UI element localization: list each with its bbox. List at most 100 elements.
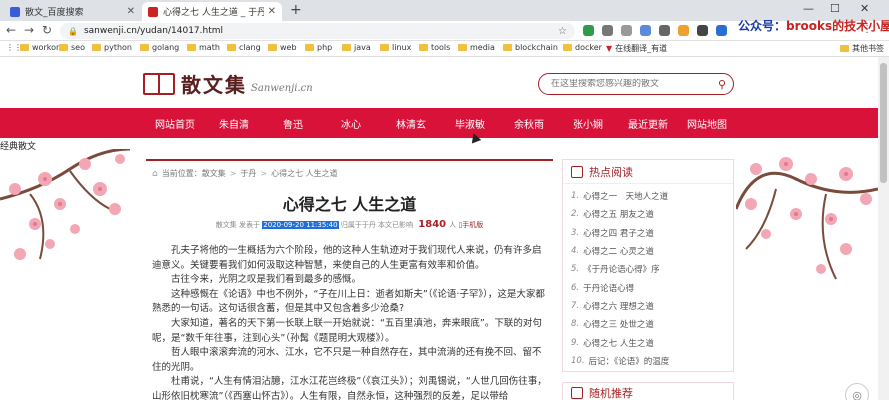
book-logo-icon	[143, 72, 175, 95]
close-icon[interactable]: ✕	[127, 6, 135, 17]
page-scrollbar[interactable]	[878, 57, 889, 400]
extension-icon[interactable]	[621, 25, 632, 36]
nav-item[interactable]: 网站地图	[687, 116, 727, 131]
nav-item[interactable]: 张小娴	[573, 116, 603, 131]
folder-icon	[503, 44, 512, 51]
paragraph: 孔夫子将他的一生概括为六个阶段，他的这种人生轨迹对于我们现代人来说，仍有许多启迪…	[152, 245, 542, 271]
web-page: 散文集 Sanwenji.cn ⚲ 网站首页 朱自清 鲁迅 冰心 林清玄 毕淑敏…	[0, 57, 878, 400]
bookmark-folder[interactable]: blockchain	[503, 43, 558, 52]
wechat-watermark: 公众号：brooks的技术小屋	[738, 17, 889, 34]
breadcrumb-link[interactable]: 散文集	[202, 168, 226, 179]
reload-icon[interactable]: ↻	[42, 23, 52, 37]
list-item[interactable]: 1. 心得之一 天地人之道	[571, 187, 733, 205]
bookmark-folder[interactable]: python	[92, 43, 132, 52]
search-input[interactable]	[551, 79, 711, 89]
browser-tab-baidu[interactable]: 散文_百度搜索 ✕	[4, 2, 141, 21]
folder-icon	[268, 44, 277, 51]
bookmark-label: python	[104, 43, 132, 52]
minimize-icon[interactable]: —	[803, 2, 814, 15]
nav-item[interactable]: 朱自清	[219, 116, 249, 131]
folder-icon	[840, 45, 849, 52]
bookmark-folder[interactable]: linux	[380, 43, 411, 52]
list-item[interactable]: 9. 心得之七 人生之道	[571, 333, 733, 351]
bookmark-folder[interactable]: web	[268, 43, 297, 52]
bookmark-folder[interactable]: tools	[419, 43, 450, 52]
view-count: 1840	[418, 219, 447, 230]
bookmark-label: tools	[431, 43, 451, 52]
bookmarks-bar: ⋮⋮ workon seo python golang math clang w…	[0, 41, 889, 57]
bookmark-label: docker	[575, 43, 602, 52]
close-icon[interactable]: ✕	[268, 6, 276, 17]
extension-icon[interactable]	[583, 25, 594, 36]
cherry-blossom-left-decoration	[0, 149, 131, 260]
nav-item[interactable]: 林清玄	[396, 116, 426, 131]
bookmark-folder[interactable]: clang	[227, 43, 261, 52]
scrollbar-thumb[interactable]	[880, 63, 887, 183]
address-bar[interactable]: 🔒 sanwenji.cn/yudan/14017.html ☆	[60, 23, 575, 39]
article-meta: 散文集 发表于 2020-09-20 11:35:40 归属于于丹 本文已影响 …	[146, 219, 553, 230]
extension-icon[interactable]	[659, 25, 670, 36]
bookmark-link[interactable]: ▼ 在线翻译_有道	[606, 43, 667, 54]
floating-action-button[interactable]: ◎	[845, 383, 869, 400]
extension-icon[interactable]	[602, 25, 613, 36]
folder-icon	[305, 44, 314, 51]
nav-item[interactable]: 毕淑敏	[455, 116, 485, 131]
bookmark-folder[interactable]: media	[458, 43, 495, 52]
folder-icon	[458, 44, 467, 51]
extension-icon[interactable]	[716, 25, 727, 36]
list-item[interactable]: 2. 心得之五 朋友之道	[571, 205, 733, 223]
bookmark-folder[interactable]: seo	[59, 43, 85, 52]
breadcrumb-link[interactable]: 于丹	[240, 168, 256, 179]
list-item[interactable]: 7. 心得之六 理想之道	[571, 297, 733, 315]
search-icon[interactable]: ⚲	[711, 74, 733, 94]
back-icon[interactable]: ←	[6, 23, 16, 37]
maximize-icon[interactable]: ☐	[830, 2, 840, 15]
watermark-brand: brooks的技术小屋	[786, 19, 889, 33]
bookmark-folder[interactable]: golang	[140, 43, 179, 52]
breadcrumb: ⌂ 当前位置： 散文集 > 于丹 > 心得之七 人生之道	[152, 168, 338, 179]
hot-reading-header: 热点阅读	[563, 160, 733, 184]
browser-tab-sanwenji[interactable]: 心得之七 人生之道 _ 于丹 ✕	[142, 2, 282, 21]
site-logo[interactable]: 散文集 Sanwenji.cn	[143, 69, 313, 98]
bookmark-label: seo	[71, 43, 85, 52]
extension-icon[interactable]	[640, 25, 651, 36]
list-item[interactable]: 4. 心得之二 心灵之道	[571, 242, 733, 260]
folder-icon	[59, 44, 68, 51]
bookmark-label: 在线翻译_有道	[615, 44, 668, 53]
hot-reading-icon	[571, 165, 583, 178]
nav-item[interactable]: 余秋雨	[514, 116, 544, 131]
extension-icon[interactable]	[697, 25, 708, 36]
list-item[interactable]: 8. 心得之三 处世之道	[571, 315, 733, 333]
tab-title: 散文_百度搜索	[25, 8, 84, 18]
nav-item[interactable]: 鲁迅	[283, 116, 303, 131]
bookmark-folder[interactable]: docker	[563, 43, 602, 52]
bookmark-star-icon[interactable]: ☆	[558, 26, 567, 37]
folder-icon	[140, 44, 149, 51]
list-item[interactable]: 5. 《于丹论语心得》序	[571, 260, 733, 278]
list-item[interactable]: 6. 于丹论语心得	[571, 278, 733, 296]
paragraph: 大家知道，著名的天下第一长联上联一开始就说：“五百里滇池，奔来眼底”。下联的对句…	[152, 317, 542, 344]
close-window-icon[interactable]: ✕	[860, 2, 869, 15]
paragraph: 杜甫说，“人生有情泪沾臆，江水江花岂终极”（《哀江头》）；刘禹锡说，“人世几回伤…	[152, 376, 547, 400]
mobile-link[interactable]: ▯手机版	[458, 221, 483, 229]
meta-prefix: 散文集 发表于	[215, 221, 260, 229]
bookmark-folder[interactable]: workon	[20, 43, 61, 52]
site-header: 散文集 Sanwenji.cn ⚲	[0, 57, 878, 107]
article-card: ⌂ 当前位置： 散文集 > 于丹 > 心得之七 人生之道 心得之七 人生之道 散…	[146, 159, 553, 400]
view-suffix: 人	[449, 221, 457, 229]
extension-icon[interactable]	[678, 25, 689, 36]
nav-item[interactable]: 网站首页	[155, 116, 195, 131]
nav-item[interactable]: 冰心	[341, 116, 361, 131]
bookmark-folder[interactable]: java	[342, 43, 371, 52]
bookmark-folder[interactable]: php	[305, 43, 332, 52]
sanwenji-icon	[148, 6, 158, 17]
forward-icon[interactable]: →	[24, 23, 34, 37]
list-item[interactable]: 3. 心得之四 君子之道	[571, 224, 733, 242]
nav-item[interactable]: 最近更新	[628, 116, 668, 131]
bookmark-label: math	[199, 43, 220, 52]
bookmark-folder[interactable]: 其他书签	[840, 43, 884, 54]
publish-date: 2020-09-20 11:35:40	[262, 221, 339, 229]
new-tab-button[interactable]: +	[290, 2, 302, 18]
bookmark-folder[interactable]: math	[187, 43, 220, 52]
list-item[interactable]: 10. 后记：《论语》的温度	[571, 352, 733, 370]
